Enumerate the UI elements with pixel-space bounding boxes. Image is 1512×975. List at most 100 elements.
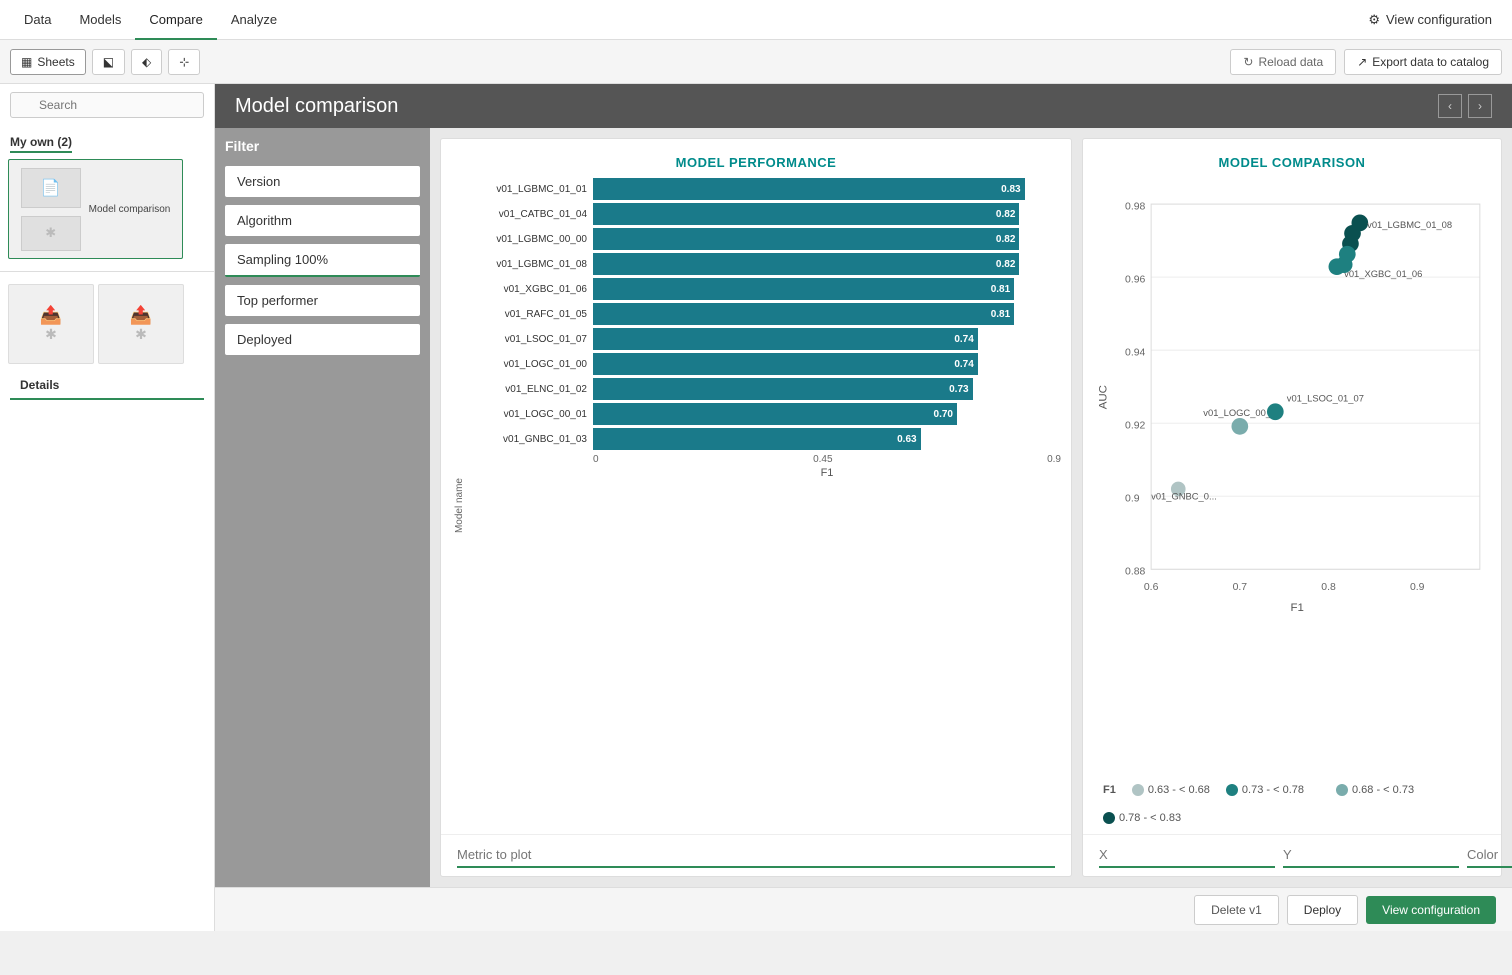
bar-fill: 0.83 bbox=[593, 178, 1025, 200]
card-grid-details: 📤 ✱ 📤 ✱ bbox=[0, 276, 214, 372]
legend-item-1: 0.63 - < 0.68 bbox=[1132, 784, 1210, 796]
bar-label: v01_CATBC_01_04 bbox=[467, 209, 587, 220]
card-model-comparison[interactable]: 📄 ✱ Model comparison bbox=[8, 159, 183, 259]
nav-models[interactable]: Models bbox=[65, 0, 135, 40]
axis-input-row bbox=[1083, 834, 1501, 876]
header-nav: ‹ › bbox=[1438, 94, 1492, 118]
y-axis-input[interactable] bbox=[1283, 843, 1459, 868]
bar-value: 0.74 bbox=[954, 334, 973, 345]
filter-algorithm[interactable]: Algorithm bbox=[225, 205, 420, 236]
bar-label: v01_LGBMC_01_01 bbox=[467, 184, 587, 195]
legend-dot-3 bbox=[1226, 784, 1238, 796]
bar-fill: 0.73 bbox=[593, 378, 973, 400]
copy-icon: ⬖ bbox=[142, 55, 151, 69]
scatter-point-cluster4 bbox=[1336, 256, 1353, 273]
bar-chart: v01_LGBMC_01_010.83v01_CATBC_01_040.82v0… bbox=[467, 178, 1061, 450]
nav-compare[interactable]: Compare bbox=[135, 0, 216, 40]
sidebar: 🔍 My own (2) 📄 ✱ Model comparison bbox=[0, 84, 215, 931]
card-grid-main: 📄 ✱ Model comparison bbox=[0, 151, 214, 267]
svg-text:AUC: AUC bbox=[1097, 385, 1109, 409]
bar-value: 0.70 bbox=[934, 409, 953, 420]
filter-version[interactable]: Version bbox=[225, 166, 420, 197]
bar-row: v01_LGBMC_01_080.82 bbox=[467, 253, 1061, 275]
svg-text:0.9: 0.9 bbox=[1125, 493, 1140, 504]
bar-value: 0.81 bbox=[991, 309, 1010, 320]
search-input[interactable] bbox=[10, 92, 204, 118]
star-icon: ✱ bbox=[45, 225, 56, 241]
x-axis-input[interactable] bbox=[1099, 843, 1275, 868]
bar-row: v01_LSOC_01_070.74 bbox=[467, 328, 1061, 350]
model-performance-card: MODEL PERFORMANCE Model name v01_LGBMC_0… bbox=[440, 138, 1072, 877]
svg-text:v01_LGBMC_01_08: v01_LGBMC_01_08 bbox=[1367, 219, 1452, 230]
bar-track: 0.63 bbox=[593, 428, 1061, 450]
delete-button[interactable]: Delete v1 bbox=[1194, 895, 1279, 925]
bar-track: 0.82 bbox=[593, 253, 1061, 275]
bar-fill: 0.74 bbox=[593, 328, 978, 350]
bar-value: 0.74 bbox=[954, 359, 973, 370]
section-my-own: My own (2) bbox=[0, 126, 214, 151]
nav-data[interactable]: Data bbox=[10, 0, 65, 40]
toolbar-btn-2[interactable]: ⬕ bbox=[92, 49, 125, 75]
move-icon: ⬕ bbox=[103, 55, 114, 69]
filter-top-performer[interactable]: Top performer bbox=[225, 285, 420, 316]
bar-row: v01_ELNC_01_020.73 bbox=[467, 378, 1061, 400]
sheets-button[interactable]: ▦ Sheets bbox=[10, 49, 86, 75]
legend-area: F1 0.63 - < 0.68 0.73 - < 0.78 0.68 bbox=[1083, 778, 1501, 834]
bar-track: 0.81 bbox=[593, 303, 1061, 325]
legend-dot-4 bbox=[1103, 812, 1115, 824]
color-axis-input[interactable] bbox=[1467, 843, 1512, 868]
card-detail-1[interactable]: 📤 ✱ bbox=[8, 284, 94, 364]
bar-row: v01_LGBMC_01_01 0.83 bbox=[467, 178, 1061, 200]
model-comparison-card: MODEL COMPARISON 0.98 0.96 0.94 0.92 0.9… bbox=[1082, 138, 1502, 877]
svg-text:F1: F1 bbox=[1291, 602, 1304, 614]
metric-to-plot-input[interactable] bbox=[457, 843, 1055, 868]
view-config-button[interactable]: ⚙ View configuration bbox=[1358, 12, 1502, 28]
filter-deployed[interactable]: Deployed bbox=[225, 324, 420, 355]
svg-text:v01_LSOC_01_07: v01_LSOC_01_07 bbox=[1287, 392, 1364, 403]
charts-area: MODEL PERFORMANCE Model name v01_LGBMC_0… bbox=[430, 128, 1512, 887]
metric-bar bbox=[441, 834, 1071, 876]
toolbar-btn-3[interactable]: ⬖ bbox=[131, 49, 162, 75]
bar-row: v01_CATBC_01_04 0.82 bbox=[467, 203, 1061, 225]
bar-fill: 0.63 bbox=[593, 428, 921, 450]
nav-prev[interactable]: ‹ bbox=[1438, 94, 1462, 118]
bar-fill: 0.81 bbox=[593, 278, 1014, 300]
sheet-icon: 📄 bbox=[41, 178, 61, 198]
scatter-point-lsoc bbox=[1267, 403, 1284, 420]
bar-track: 0.74 bbox=[593, 328, 1061, 350]
legend-dot-2 bbox=[1336, 784, 1348, 796]
bar-track: 0.82 bbox=[593, 228, 1061, 250]
view-config-bottom-button[interactable]: View configuration bbox=[1366, 896, 1496, 924]
detail-icon-1: 📤 bbox=[40, 305, 62, 326]
export-button[interactable]: ↗ Export data to catalog bbox=[1344, 49, 1502, 75]
bar-value: 0.83 bbox=[1001, 184, 1020, 195]
bar-row: v01_GNBC_01_030.63 bbox=[467, 428, 1061, 450]
bar-value: 0.82 bbox=[996, 209, 1015, 220]
bar-track: 0.82 bbox=[593, 203, 1061, 225]
nav-analyze[interactable]: Analyze bbox=[217, 0, 291, 40]
top-nav: Data Models Compare Analyze ⚙ View confi… bbox=[0, 0, 1512, 40]
filter-sampling[interactable]: Sampling 100% bbox=[225, 244, 420, 277]
bar-row: v01_LGBMC_00_000.82 bbox=[467, 228, 1061, 250]
bar-fill: 0.82 bbox=[593, 203, 1019, 225]
legend-item-2: 0.68 - < 0.73 bbox=[1336, 784, 1414, 796]
reload-button[interactable]: ↻ Reload data bbox=[1230, 49, 1336, 75]
bar-fill: 0.70 bbox=[593, 403, 957, 425]
bar-track: 0.81 bbox=[593, 278, 1061, 300]
legend-item-4: 0.78 - < 0.83 bbox=[1103, 812, 1181, 824]
svg-text:v01_GNBC_0...: v01_GNBC_0... bbox=[1151, 490, 1217, 501]
nav-next[interactable]: › bbox=[1468, 94, 1492, 118]
bar-label: v01_LOGC_01_00 bbox=[467, 359, 587, 370]
card-detail-2[interactable]: 📤 ✱ bbox=[98, 284, 184, 364]
svg-text:0.92: 0.92 bbox=[1125, 420, 1145, 431]
deploy-button[interactable]: Deploy bbox=[1287, 895, 1358, 925]
bar-row: v01_LOGC_01_00 0.74 bbox=[467, 353, 1061, 375]
sheets-icon: ▦ bbox=[21, 55, 32, 69]
svg-text:0.7: 0.7 bbox=[1233, 582, 1248, 593]
svg-text:0.9: 0.9 bbox=[1410, 582, 1425, 593]
bar-value: 0.63 bbox=[897, 434, 916, 445]
bar-label: v01_RAFC_01_05 bbox=[467, 309, 587, 320]
svg-text:v01_XGBC_01_06: v01_XGBC_01_06 bbox=[1344, 268, 1422, 279]
detail-icon-2: 📤 bbox=[130, 305, 152, 326]
toolbar-btn-4[interactable]: ⊹ bbox=[168, 49, 200, 75]
